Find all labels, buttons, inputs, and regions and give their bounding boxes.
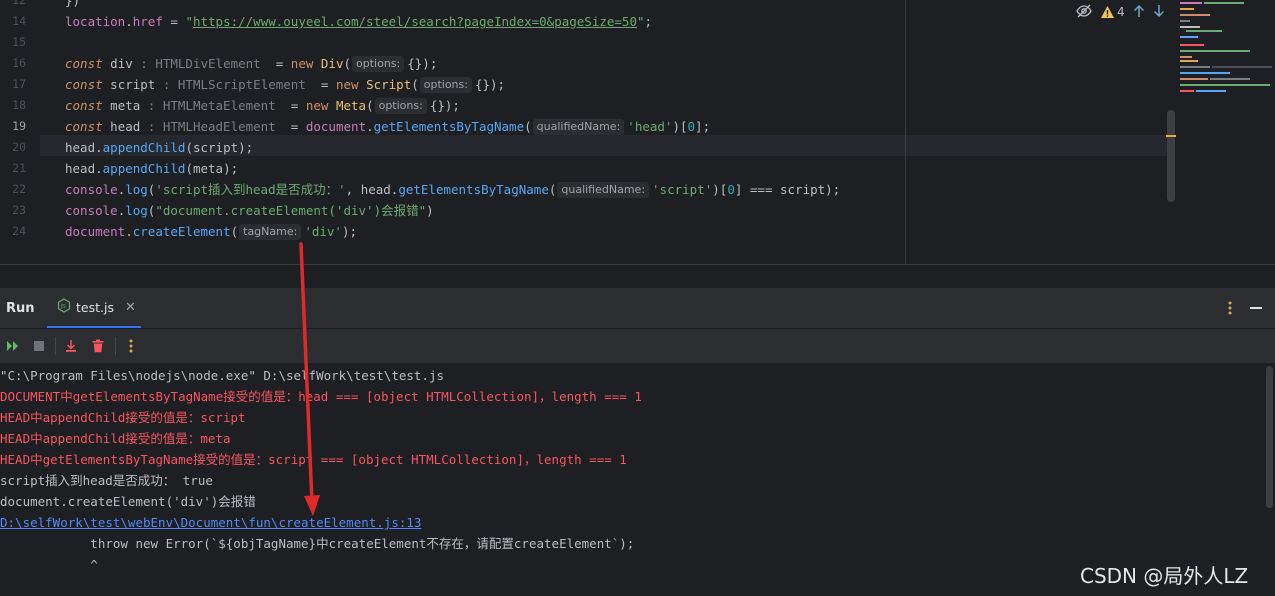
csdn-watermark: CSDN @局外人LZ (1080, 564, 1249, 588)
red-annotation-arrow (299, 242, 320, 516)
